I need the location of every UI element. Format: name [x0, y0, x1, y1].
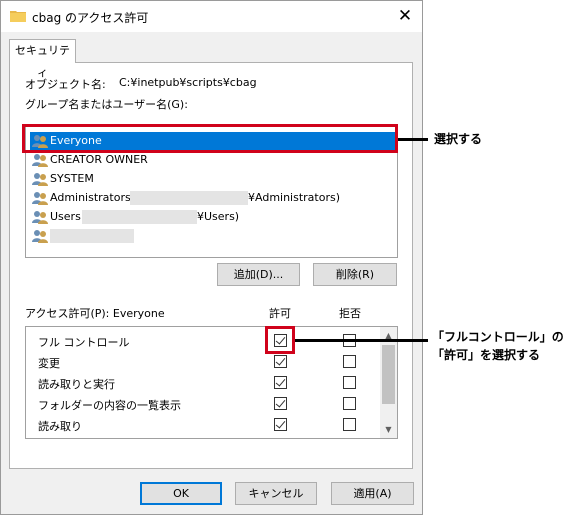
allow-header: 許可 — [269, 307, 291, 320]
user-name: Administrators — [50, 191, 131, 204]
users-icon — [32, 211, 48, 224]
permission-name: フル コントロール — [38, 336, 130, 349]
list-item-system[interactable]: SYSTEM — [30, 170, 395, 188]
permissions-scrollbar[interactable]: ▲ ▼ — [380, 327, 397, 438]
permissions-label: アクセス許可(P): Everyone — [25, 307, 165, 320]
permission-row-list-folder: フォルダーの内容の一覧表示 — [26, 393, 381, 414]
callout-line-allow — [295, 339, 428, 342]
allow-checkbox[interactable] — [274, 355, 287, 368]
permission-name: 変更 — [38, 357, 60, 370]
list-item-users[interactable]: Users ¥Users) — [30, 208, 395, 226]
allow-checkbox[interactable] — [274, 376, 287, 389]
deny-header: 拒否 — [339, 307, 361, 320]
callout-select: 選択する — [434, 132, 483, 146]
user-name: CREATOR OWNER — [50, 153, 148, 166]
users-icon — [32, 173, 48, 186]
user-icon — [32, 230, 48, 243]
object-name-value: C:¥inetpub¥scripts¥cbag — [119, 76, 257, 89]
callout-line-select — [398, 138, 428, 141]
highlight-full-control-allow — [265, 326, 295, 354]
deny-checkbox[interactable] — [343, 376, 356, 389]
permissions-list: フル コントロール 変更 読み取りと実行 フォルダーの内容の一覧表示 読み取り … — [25, 326, 398, 439]
apply-button[interactable]: 適用(A) — [331, 482, 414, 505]
deny-checkbox[interactable] — [343, 355, 356, 368]
list-item-creator-owner[interactable]: CREATOR OWNER — [30, 151, 395, 169]
user-name: SYSTEM — [50, 172, 94, 185]
highlight-everyone — [22, 124, 398, 153]
scroll-thumb[interactable] — [382, 345, 395, 404]
cancel-button[interactable]: キャンセル — [235, 482, 317, 505]
user-name-suffix: ¥Administrators) — [248, 191, 341, 204]
list-item-redacted[interactable] — [30, 227, 395, 245]
deny-checkbox[interactable] — [343, 397, 356, 410]
allow-checkbox[interactable] — [274, 397, 287, 410]
permission-row-read-execute: 読み取りと実行 — [26, 372, 381, 393]
allow-checkbox[interactable] — [274, 418, 287, 431]
ok-button[interactable]: OK — [140, 482, 222, 505]
permission-row-read: 読み取り — [26, 414, 381, 435]
redacted-text — [130, 191, 248, 205]
user-name-suffix: ¥Users) — [197, 210, 240, 223]
redacted-text — [50, 229, 134, 243]
permission-row-modify: 変更 — [26, 351, 381, 372]
add-button[interactable]: 追加(D)... — [217, 263, 300, 286]
folder-icon — [10, 11, 26, 22]
callout-allow-line1: 「フルコントロール」の — [432, 330, 564, 344]
close-icon: ✕ — [397, 6, 413, 26]
permission-name: 読み取りと実行 — [38, 378, 115, 391]
group-list-label: グループ名またはユーザー名(G): — [25, 98, 188, 111]
redacted-text — [82, 210, 197, 224]
permission-name: 読み取り — [38, 420, 82, 433]
tab-security[interactable]: セキュリティ — [9, 39, 76, 79]
users-icon — [32, 192, 48, 205]
scroll-down-icon[interactable]: ▼ — [380, 421, 397, 438]
callout-allow-line2: 「許可」を選択する — [432, 348, 541, 362]
permissions-dialog: cbag のアクセス許可 ✕ セキュリティ オブジェクト名: C:¥inetpu… — [0, 0, 423, 515]
remove-button[interactable]: 削除(R) — [313, 263, 397, 286]
deny-checkbox[interactable] — [343, 418, 356, 431]
window-title: cbag のアクセス許可 — [32, 11, 149, 25]
user-name: Users — [50, 210, 81, 223]
close-button[interactable]: ✕ — [391, 4, 419, 28]
title-bar: cbag のアクセス許可 ✕ — [1, 1, 422, 32]
users-icon — [32, 154, 48, 167]
list-item-administrators[interactable]: Administrators ¥Administrators) — [30, 189, 395, 207]
permission-name: フォルダーの内容の一覧表示 — [38, 399, 181, 412]
